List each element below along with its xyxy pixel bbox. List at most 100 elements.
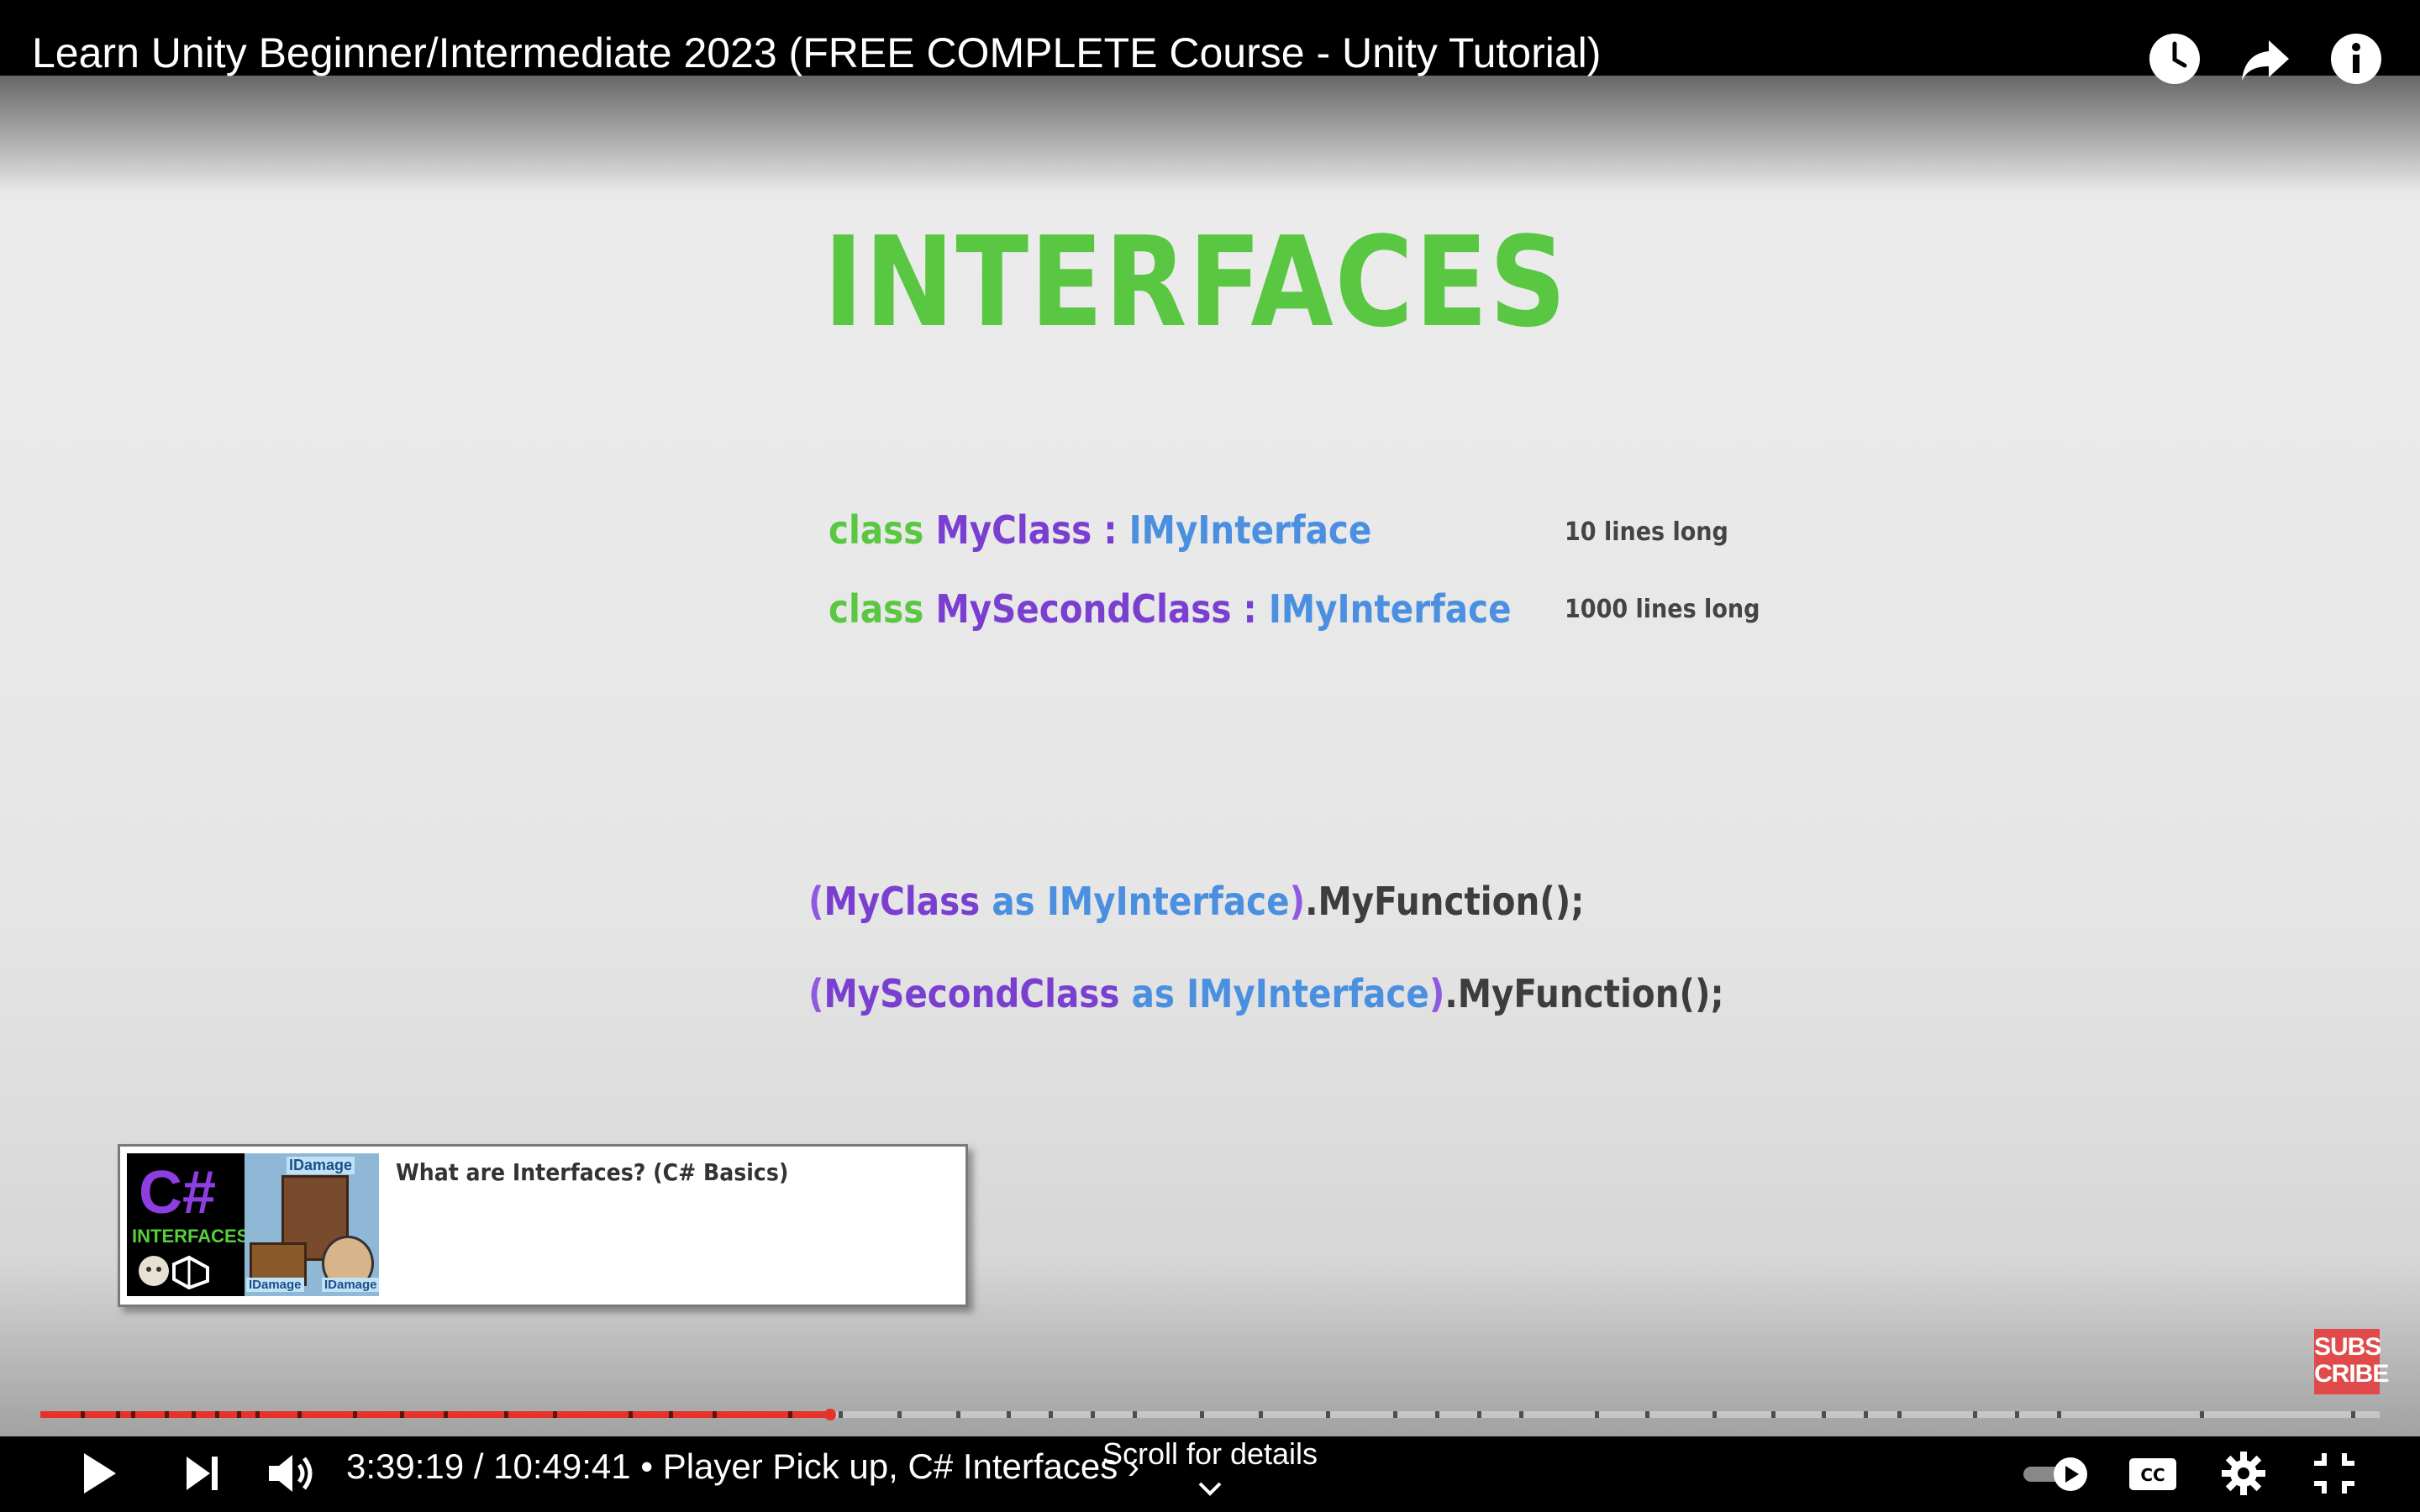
share-icon[interactable] [2238, 32, 2292, 86]
chapter-marker [839, 1411, 843, 1418]
time-separator: / [473, 1446, 484, 1486]
thumbnail-left-panel: C# INTERFACES [127, 1153, 249, 1296]
chapter-marker [1393, 1411, 1397, 1418]
captions-icon[interactable]: CC [2119, 1440, 2186, 1507]
chapter-marker [897, 1411, 902, 1418]
chapter-marker [629, 1411, 633, 1418]
chevron-down-icon[interactable] [1195, 1477, 1225, 1502]
call-class-name: MyClass [823, 879, 981, 924]
autoplay-toggle[interactable] [2022, 1440, 2089, 1507]
chapter-marker [1645, 1411, 1649, 1418]
thumbnail-damage-tag: IDamage [322, 1278, 379, 1292]
chapter-marker [1200, 1411, 1204, 1418]
chapter-marker [1897, 1411, 1902, 1418]
open-paren: ( [808, 971, 824, 1016]
slide-title: INTERFACES [823, 210, 1568, 354]
thumbnail-logos-icon [139, 1255, 209, 1289]
chapter-marker [1133, 1411, 1137, 1418]
chapter-marker [2351, 1411, 2355, 1418]
thumbnail-right-panel: IDamage IDamage IDamage [245, 1153, 379, 1296]
info-icon[interactable] [2329, 32, 2383, 86]
subscribe-line-1: SUBS [2314, 1333, 2381, 1361]
thumbnail-damage-tag: IDamage [287, 1157, 355, 1174]
call-interface-name: IMyInterface [1186, 971, 1429, 1016]
top-gradient [0, 76, 2420, 193]
duration: 10:49:41 [493, 1446, 631, 1486]
thumbnail-csharp-text: C# [139, 1159, 217, 1226]
note-10-lines: 10 lines long [1565, 517, 1728, 547]
end-card-video-link[interactable]: C# INTERFACES IDamage IDamage IDamage Wh… [118, 1144, 968, 1307]
chapter-marker [1771, 1411, 1776, 1418]
chapter-marker [1712, 1411, 1717, 1418]
chapter-marker [400, 1411, 404, 1418]
chapter-marker [553, 1411, 557, 1418]
chapter-marker [165, 1411, 169, 1418]
chapter-marker [2200, 1411, 2204, 1418]
video-title[interactable]: Learn Unity Beginner/Intermediate 2023 (… [32, 29, 1601, 77]
current-time: 3:39:19 [346, 1446, 465, 1486]
chapter-marker [788, 1411, 792, 1418]
chapter-marker [1259, 1411, 1263, 1418]
close-paren: ) [1428, 971, 1445, 1016]
call-class-name: MySecondClass [823, 971, 1120, 1016]
close-paren: ) [1289, 879, 1306, 924]
code-call-mysecondclass: (MySecondClass as IMyInterface).MyFuncti… [808, 971, 1724, 1016]
chapter-marker [1049, 1411, 1053, 1418]
exit-fullscreen-icon[interactable] [2301, 1440, 2368, 1507]
chapter-marker [1091, 1411, 1095, 1418]
svg-text:CC: CC [2140, 1465, 2165, 1485]
chapter-marker [1326, 1411, 1330, 1418]
chapter-marker [2057, 1411, 2061, 1418]
note-1000-lines: 1000 lines long [1565, 595, 1760, 624]
chapter-marker [116, 1411, 120, 1418]
keyword-class: class [829, 507, 924, 553]
play-icon[interactable] [64, 1440, 131, 1507]
chapter-marker [444, 1411, 448, 1418]
chapter-marker [1973, 1411, 1977, 1418]
as-keyword: as [1131, 971, 1175, 1016]
chapter-marker [504, 1411, 508, 1418]
chapter-marker [669, 1411, 673, 1418]
class-name: MyClass : [935, 507, 1118, 553]
volume-icon[interactable] [257, 1440, 324, 1507]
keyword-class: class [829, 586, 924, 632]
function-call: .MyFunction(); [1444, 971, 1724, 1016]
chapter-marker [1519, 1411, 1523, 1418]
next-icon[interactable] [168, 1440, 235, 1507]
subscribe-watermark[interactable]: SUBS CRIBE [2314, 1329, 2389, 1394]
settings-icon[interactable] [2210, 1440, 2277, 1507]
chapter-marker [956, 1411, 960, 1418]
class-name: MySecondClass : [935, 586, 1257, 632]
as-keyword: as [992, 879, 1035, 924]
chapter-marker [1822, 1411, 1826, 1418]
interface-name: IMyInterface [1128, 507, 1372, 553]
function-call: .MyFunction(); [1305, 879, 1585, 924]
progress-bar[interactable] [40, 1409, 2380, 1420]
card-thumbnail: C# INTERFACES IDamage IDamage IDamage [127, 1153, 379, 1296]
chapter-marker [131, 1411, 135, 1418]
scroll-for-details[interactable]: Scroll for details [1092, 1436, 1328, 1472]
code-line-mysecondclass: class MySecondClass : IMyInterface [829, 586, 1512, 632]
progress-played [40, 1411, 830, 1418]
thumbnail-interfaces-text: INTERFACES [132, 1226, 250, 1247]
chapter-title[interactable]: • Player Pick up, C# Interfaces [640, 1446, 1118, 1486]
chapter-marker [215, 1411, 219, 1418]
chapter-marker [353, 1411, 357, 1418]
chapter-marker [192, 1411, 196, 1418]
chapter-marker [1477, 1411, 1481, 1418]
card-title: What are Interfaces? (C# Basics) [396, 1158, 789, 1186]
chapter-marker [1435, 1411, 1439, 1418]
chapter-marker [237, 1411, 241, 1418]
chapter-marker [255, 1411, 260, 1418]
interface-name: IMyInterface [1268, 586, 1512, 632]
chapter-marker [1864, 1411, 1868, 1418]
time-display: 3:39:19 / 10:49:41 • Player Pick up, C# … [346, 1446, 1139, 1487]
chapter-marker [81, 1411, 85, 1418]
progress-scrubber[interactable] [823, 1409, 836, 1420]
code-line-myclass: class MyClass : IMyInterface [829, 507, 1371, 553]
call-interface-name: IMyInterface [1046, 879, 1290, 924]
subscribe-line-2: CRIBE [2314, 1360, 2389, 1388]
code-call-myclass: (MyClass as IMyInterface).MyFunction(); [808, 879, 1585, 924]
watch-later-icon[interactable] [2148, 32, 2202, 86]
chapter-marker [713, 1411, 717, 1418]
